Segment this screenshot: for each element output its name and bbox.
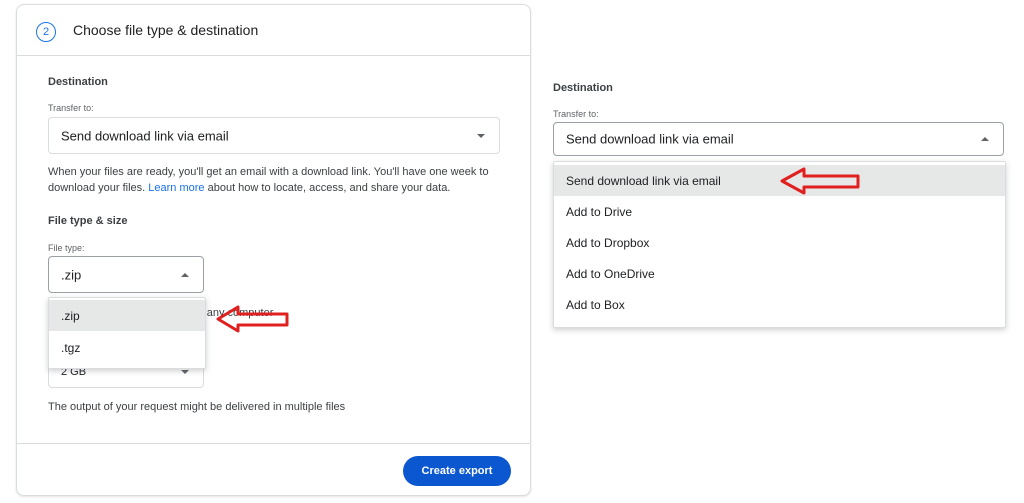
right-transfer-label: Transfer to: xyxy=(553,109,599,119)
help-line-2: download your files. Learn more about ho… xyxy=(48,180,508,196)
annotation-arrow-icon xyxy=(216,305,289,333)
transfer-select[interactable]: Send download link via email xyxy=(48,117,500,154)
step-number-badge: 2 xyxy=(36,22,56,42)
create-export-button[interactable]: Create export xyxy=(403,456,511,486)
chevron-up-icon xyxy=(981,137,989,141)
option-label: Add to Dropbox xyxy=(566,235,650,250)
transfer-option-dropbox[interactable]: Add to Dropbox xyxy=(554,227,1005,258)
transfer-option-drive[interactable]: Add to Drive xyxy=(554,196,1005,227)
file-type-title: File type & size xyxy=(48,215,128,227)
chevron-up-icon xyxy=(181,273,189,277)
option-label: Add to Box xyxy=(566,297,625,312)
right-destination-title: Destination xyxy=(553,82,613,94)
chevron-down-icon xyxy=(477,134,485,138)
destination-help-text: When your files are ready, you'll get an… xyxy=(48,164,508,196)
transfer-option-onedrive[interactable]: Add to OneDrive xyxy=(554,258,1005,289)
option-label: Add to OneDrive xyxy=(566,266,655,281)
right-transfer-select-value: Send download link via email xyxy=(566,131,734,147)
help-line-2-after: about how to locate, access, and share y… xyxy=(204,182,451,194)
file-type-select[interactable]: .zip xyxy=(48,256,204,293)
right-transfer-select[interactable]: Send download link via email xyxy=(553,122,1004,156)
option-label: .zip xyxy=(61,308,80,323)
export-card: 2 Choose file type & destination Destina… xyxy=(16,4,531,496)
output-note: The output of your request might be deli… xyxy=(48,401,346,413)
option-label: Send download link via email xyxy=(566,173,721,188)
option-label: .tgz xyxy=(61,340,81,355)
transfer-select-value: Send download link via email xyxy=(61,128,229,143)
help-line-1: When your files are ready, you'll get an… xyxy=(48,166,489,178)
transfer-option-box[interactable]: Add to Box xyxy=(554,289,1005,320)
file-type-option-tgz[interactable]: .tgz xyxy=(49,332,205,363)
card-header: 2 Choose file type & destination xyxy=(17,5,530,56)
footer-divider xyxy=(17,443,530,444)
destination-title: Destination xyxy=(48,76,108,88)
step-title: Choose file type & destination xyxy=(73,22,259,38)
file-type-option-zip[interactable]: .zip xyxy=(49,300,205,331)
file-type-menu: .zip .tgz xyxy=(48,297,206,369)
help-line-2-before: download your files. xyxy=(48,182,149,194)
learn-more-link[interactable]: Learn more xyxy=(148,182,204,194)
file-type-label: File type: xyxy=(48,243,85,253)
chevron-down-icon xyxy=(181,370,189,374)
option-label: Add to Drive xyxy=(566,204,633,219)
file-type-select-value: .zip xyxy=(61,267,82,282)
transfer-label: Transfer to: xyxy=(48,103,94,113)
annotation-arrow-icon xyxy=(780,167,860,195)
